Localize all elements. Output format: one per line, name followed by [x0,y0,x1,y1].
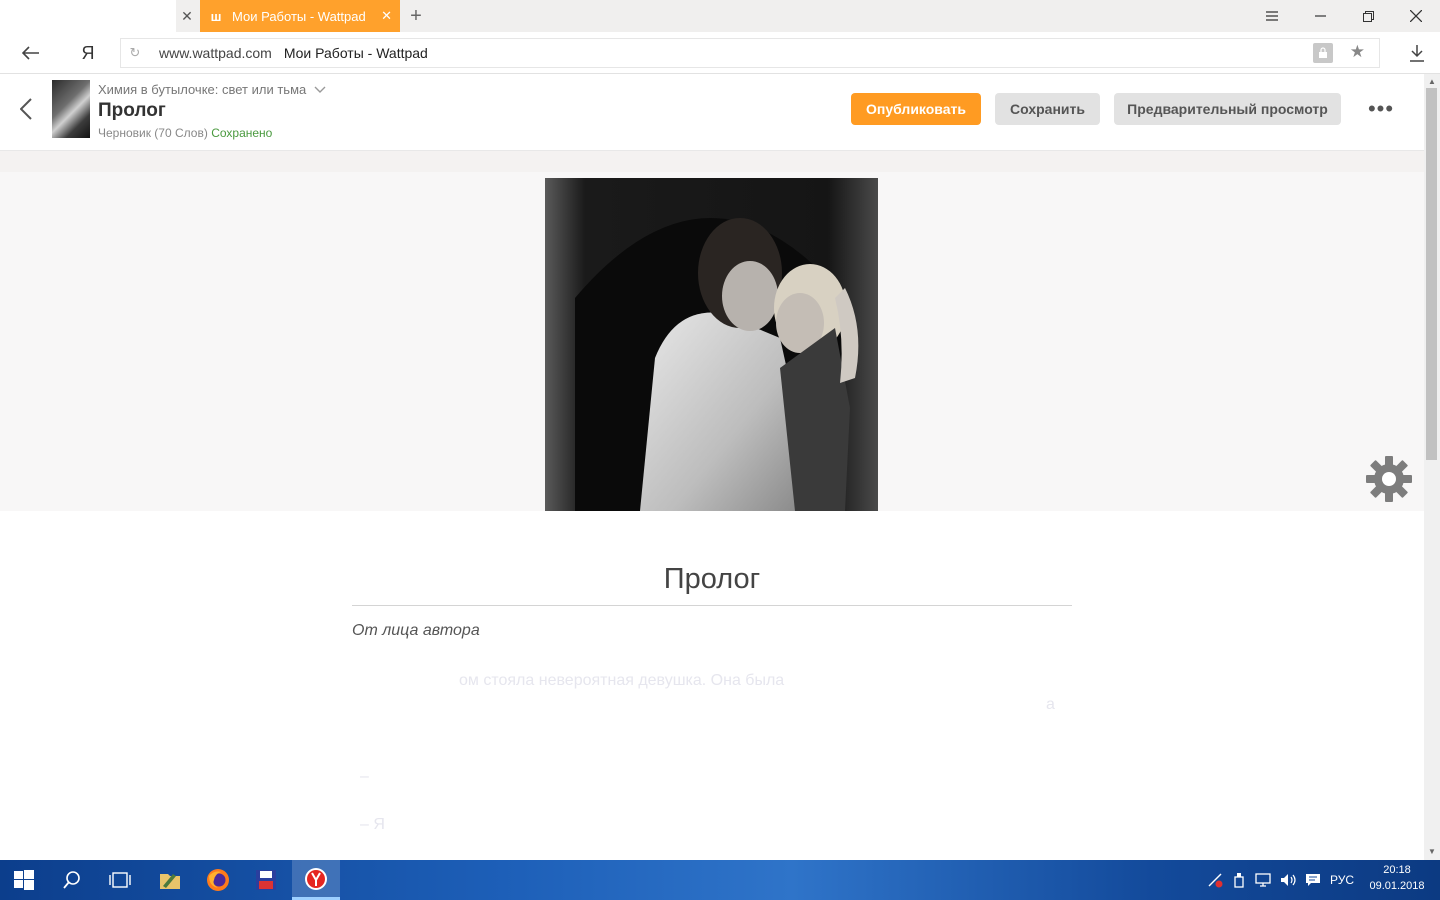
close-window-icon[interactable] [1392,0,1440,32]
chapter-image[interactable] [545,178,878,511]
word-count-status: Черновик (70 Слов) [98,126,208,140]
network-icon[interactable] [1252,860,1276,900]
floppy-app-icon[interactable] [242,860,290,900]
part-title: Пролог [98,100,166,121]
scroll-up-icon[interactable]: ▲ [1424,74,1440,88]
story-editor[interactable]: Пролог От лица автора [352,560,1072,640]
usb-device-icon[interactable] [1228,860,1250,900]
media-header [0,172,1424,511]
yandex-browser-icon[interactable] [292,860,340,900]
preview-button[interactable]: Предварительный просмотр [1114,93,1341,125]
browser-tab-bar: ✕ ш Мои Работы - Wattpad ✕ + [0,0,1440,32]
lock-icon[interactable] [1313,43,1333,63]
publish-button[interactable]: Опубликовать [851,93,981,125]
editor-header: Химия в бутылочке: свет или тьма Пролог … [0,74,1424,151]
active-tab[interactable]: ш Мои Работы - Wattpad ✕ [200,0,400,32]
tab-title: Мои Работы - Wattpad [232,8,366,24]
inactive-tab[interactable] [0,0,176,32]
more-options-icon[interactable]: ••• [1364,96,1398,122]
url-domain: www.wattpad.com [159,45,272,61]
story-title-dropdown[interactable]: Химия в бутылочке: свет или тьма [98,82,326,97]
story-cover-thumbnail [52,80,90,138]
settings-gear-icon[interactable] [1364,454,1414,504]
url-field[interactable]: ↻ www.wattpad.com Мои Работы - Wattpad ★ [120,38,1380,68]
story-title: Химия в бутылочке: свет или тьма [98,82,307,97]
faded-text-line[interactable]: ом стояла невероятная девушка. Она была [459,672,784,690]
saved-status: Сохранено [211,126,273,140]
windows-taskbar: РУС [0,860,1440,900]
wattpad-favicon-icon: ш [210,8,222,24]
scroll-down-icon[interactable]: ▼ [1424,844,1440,858]
faded-text-line[interactable]: – [360,768,369,786]
close-tab-icon[interactable]: ✕ [176,0,198,32]
url-page-title: Мои Работы - Wattpad [283,45,428,61]
clock-date: 09.01.2018 [1369,880,1425,892]
restore-icon[interactable] [1344,0,1392,32]
yandex-button[interactable]: Я [76,40,100,66]
new-tab-button[interactable]: + [404,0,428,32]
bookmark-star-icon[interactable]: ★ [1350,42,1365,62]
windows-start-icon[interactable] [0,860,48,900]
browser-back-icon[interactable] [14,40,48,66]
clock-time: 20:18 [1383,864,1411,876]
search-icon[interactable] [48,860,96,900]
close-tab-icon[interactable]: ✕ [381,8,392,24]
toolbar-strip [0,151,1424,172]
faded-text-line[interactable]: а [1046,696,1055,714]
system-clock[interactable]: 20:18 09.01.2018 [1364,862,1430,894]
notifications-icon[interactable] [1302,860,1324,900]
faded-text-line[interactable]: – Я [360,816,385,834]
downloads-icon[interactable] [1404,40,1430,66]
draft-status: Черновик (70 Слов) Сохранено [98,126,272,140]
task-view-icon[interactable] [96,860,144,900]
back-arrow-icon[interactable] [14,94,38,124]
pov-line[interactable]: От лица автора [352,622,1072,640]
input-language[interactable]: РУС [1326,860,1358,900]
save-button[interactable]: Сохранить [995,93,1100,125]
minimize-icon[interactable] [1296,0,1344,32]
chevron-down-icon [314,86,326,93]
network-alert-icon[interactable] [1204,860,1226,900]
file-explorer-icon[interactable] [146,860,194,900]
browser-menu-icon[interactable] [1248,0,1296,32]
scrollbar-thumb[interactable] [1426,88,1437,460]
chapter-heading[interactable]: Пролог [352,560,1072,606]
volume-icon[interactable] [1278,860,1300,900]
reload-icon[interactable]: ↻ [121,45,149,61]
firefox-icon[interactable] [194,860,242,900]
address-bar: Я ↻ www.wattpad.com Мои Работы - Wattpad… [0,32,1440,74]
